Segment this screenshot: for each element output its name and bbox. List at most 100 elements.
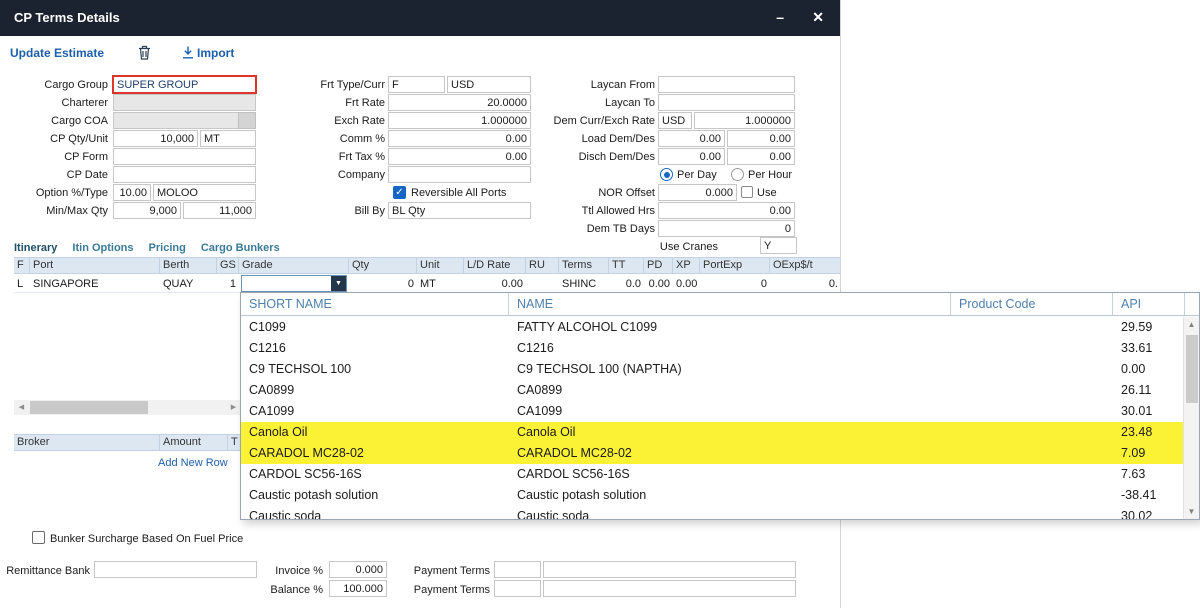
- import-icon[interactable]: [182, 46, 194, 64]
- grade-combo-dropdown-icon[interactable]: ▼: [331, 276, 346, 291]
- close-icon[interactable]: ✕: [812, 9, 824, 26]
- per-hour-radio[interactable]: [731, 168, 744, 181]
- grade-option-row[interactable]: C1099FATTY ALCOHOL C109929.59: [241, 317, 1183, 338]
- cp-unit-field[interactable]: [200, 130, 256, 147]
- grade-dropdown-scrollbar[interactable]: ▲ ▼: [1183, 317, 1199, 519]
- use-cranes-field[interactable]: [760, 237, 797, 254]
- cp-form-field[interactable]: [113, 148, 256, 165]
- update-estimate-button[interactable]: Update Estimate: [10, 46, 104, 60]
- use-checkbox[interactable]: [741, 186, 753, 198]
- dem-tb-days-field[interactable]: [658, 220, 795, 237]
- itinerary-cell-port[interactable]: SINGAPORE: [30, 275, 160, 292]
- company-field[interactable]: [388, 166, 531, 183]
- grade-option-row[interactable]: Caustic potash solutionCaustic potash so…: [241, 485, 1183, 506]
- grade-option-row[interactable]: CA1099CA109930.01: [241, 401, 1183, 422]
- vertical-scrollbar-thumb[interactable]: [1186, 335, 1198, 403]
- payment-terms-desc-field-1[interactable]: [543, 561, 796, 578]
- payment-terms-desc-field-2[interactable]: [543, 580, 796, 597]
- itinerary-cell-gs[interactable]: 1: [217, 275, 239, 292]
- payment-terms-code-field-1[interactable]: [494, 561, 541, 578]
- min-qty-field[interactable]: [113, 202, 181, 219]
- payment-terms-label-1: Payment Terms: [406, 563, 490, 580]
- max-qty-field[interactable]: [183, 202, 256, 219]
- tab-itinerary[interactable]: Itinerary: [14, 242, 57, 254]
- option-type-field[interactable]: [153, 184, 256, 201]
- grade-option-row[interactable]: C9 TECHSOL 100C9 TECHSOL 100 (NAPTHA)0.0…: [241, 359, 1183, 380]
- grade-option-row[interactable]: CARDOL SC56-16SCARDOL SC56-16S7.63: [241, 464, 1183, 485]
- remittance-bank-field[interactable]: [94, 561, 257, 578]
- itinerary-cell-ru[interactable]: [526, 275, 559, 292]
- add-new-row-link[interactable]: Add New Row: [158, 457, 228, 469]
- horizontal-scrollbar-thumb[interactable]: [30, 401, 148, 414]
- bill-by-field[interactable]: [388, 202, 531, 219]
- cargo-coa-lookup-button[interactable]: [238, 112, 256, 129]
- tab-itin-options[interactable]: Itin Options: [72, 242, 133, 254]
- laycan-to-field[interactable]: [658, 94, 795, 111]
- itinerary-cell-l-d-rate[interactable]: 0.00: [464, 275, 526, 292]
- balance-pct-field[interactable]: [329, 580, 387, 597]
- trash-icon[interactable]: [138, 45, 151, 65]
- invoice-pct-field[interactable]: [329, 561, 387, 578]
- import-button[interactable]: Import: [197, 46, 234, 60]
- itinerary-column-terms: Terms: [559, 258, 609, 273]
- load-dem-des-label: Load Dem/Des: [538, 131, 655, 148]
- dem-exch-rate-field[interactable]: [694, 112, 795, 129]
- scroll-right-icon[interactable]: ▶: [226, 400, 241, 415]
- frt-type-field[interactable]: [388, 76, 445, 93]
- grade-option-row[interactable]: C1216C121633.61: [241, 338, 1183, 359]
- itinerary-cell-portexp[interactable]: 0: [700, 275, 770, 292]
- itinerary-cell-terms[interactable]: SHINC: [559, 275, 609, 292]
- comm-pct-field[interactable]: [388, 130, 531, 147]
- itinerary-cell-unit[interactable]: MT: [417, 275, 464, 292]
- load-des-field[interactable]: [727, 130, 795, 147]
- scroll-down-icon[interactable]: ▼: [1184, 504, 1199, 519]
- laycan-from-field[interactable]: [658, 76, 795, 93]
- cp-date-field[interactable]: [113, 166, 256, 183]
- cargo-group-field[interactable]: [112, 75, 257, 94]
- window-titlebar[interactable]: CP Terms Details – ✕: [0, 0, 840, 36]
- itinerary-cell-berth[interactable]: QUAY: [160, 275, 217, 292]
- scroll-left-icon[interactable]: ◀: [14, 400, 29, 415]
- load-dem-field[interactable]: [658, 130, 725, 147]
- itinerary-row[interactable]: LSINGAPOREQUAY10MT0.00SHINC0.00.000.0000…: [14, 275, 841, 293]
- grade-combo-field[interactable]: ▼: [241, 275, 347, 292]
- grade-option-name: FATTY ALCOHOL C1099: [509, 317, 951, 338]
- itinerary-column-oexp-t: OExp$/t: [770, 258, 841, 273]
- grade-option-row[interactable]: Canola OilCanola Oil23.48: [241, 422, 1183, 443]
- company-label: Company: [268, 167, 385, 184]
- itinerary-horizontal-scrollbar[interactable]: ◀ ▶: [14, 400, 241, 415]
- nor-offset-field[interactable]: [658, 184, 737, 201]
- grade-option-short-name: CA0899: [241, 380, 509, 401]
- payment-terms-code-field-2[interactable]: [494, 580, 541, 597]
- exch-rate-field[interactable]: [388, 112, 531, 129]
- frt-rate-field[interactable]: [388, 94, 531, 111]
- disch-dem-field[interactable]: [658, 148, 725, 165]
- tab-pricing[interactable]: Pricing: [149, 242, 186, 254]
- itinerary-cell-qty[interactable]: 0: [349, 275, 417, 292]
- disch-des-field[interactable]: [727, 148, 795, 165]
- reversible-all-ports-checkbox[interactable]: ✓: [393, 186, 406, 199]
- cp-qty-field[interactable]: [113, 130, 198, 147]
- frt-tax-field[interactable]: [388, 148, 531, 165]
- option-pct-field[interactable]: [113, 184, 151, 201]
- itinerary-cell-tt[interactable]: 0.0: [609, 275, 644, 292]
- scroll-up-icon[interactable]: ▲: [1184, 317, 1199, 332]
- ttl-allowed-hrs-field[interactable]: [658, 202, 795, 219]
- minimize-icon[interactable]: –: [776, 9, 784, 25]
- itinerary-cell-oexp-t[interactable]: 0.: [770, 275, 841, 292]
- grade-option-row[interactable]: CARADOL MC28-02CARADOL MC28-027.09: [241, 443, 1183, 464]
- cargo-coa-label: Cargo COA: [0, 113, 108, 130]
- itinerary-cell-pd[interactable]: 0.00: [644, 275, 673, 292]
- frt-curr-field[interactable]: [447, 76, 531, 93]
- itinerary-cell-f[interactable]: L: [14, 275, 30, 292]
- tab-cargo-bunkers[interactable]: Cargo Bunkers: [201, 242, 280, 254]
- bunker-surcharge-checkbox[interactable]: [32, 531, 45, 544]
- grade-dropdown-panel: SHORT NAMENAMEProduct CodeAPI C1099FATTY…: [240, 292, 1200, 520]
- grade-option-row[interactable]: CA0899CA089926.11: [241, 380, 1183, 401]
- itinerary-column-berth: Berth: [160, 258, 217, 273]
- itinerary-cell-xp[interactable]: 0.00: [673, 275, 700, 292]
- dem-curr-field[interactable]: [658, 112, 692, 129]
- itinerary-column-f: F: [14, 258, 30, 273]
- grade-option-row[interactable]: Caustic sodaCaustic soda30.02: [241, 506, 1183, 519]
- per-day-radio[interactable]: [660, 168, 673, 181]
